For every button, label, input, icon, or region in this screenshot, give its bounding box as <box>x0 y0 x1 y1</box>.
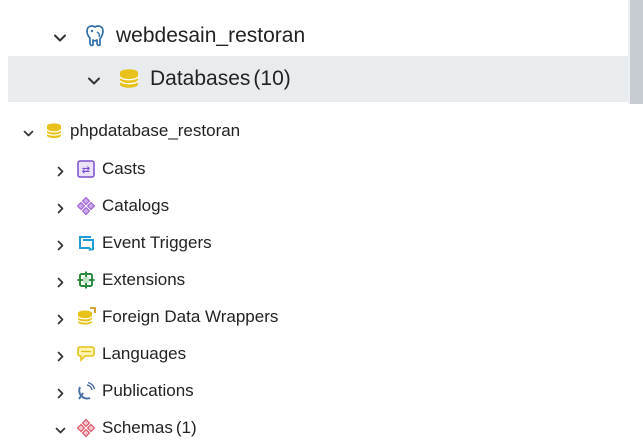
tree-node-databases[interactable]: Databases (10) <box>8 56 628 102</box>
tree-node-casts[interactable]: ⇄ Casts <box>54 154 145 184</box>
tree-item-label: Foreign Data Wrappers <box>102 307 279 326</box>
publications-icon <box>76 381 96 401</box>
chevron-down-icon[interactable] <box>86 71 102 87</box>
chevron-right-icon[interactable] <box>54 237 67 250</box>
tree-node-languages[interactable]: Languages <box>54 339 186 369</box>
tree-node-extensions[interactable]: Extensions <box>54 265 185 295</box>
tree-item-label: Casts <box>102 159 146 178</box>
database-icon <box>44 121 64 141</box>
postgres-elephant-icon <box>82 23 108 49</box>
tree-item-label: Catalogs <box>102 196 170 215</box>
tree-item-label: Extensions <box>102 270 186 289</box>
chevron-right-icon[interactable] <box>54 163 67 176</box>
databases-label: Databases <box>150 67 251 90</box>
chevron-down-icon[interactable] <box>54 422 67 435</box>
databases-count: (10) <box>253 67 291 90</box>
catalogs-icon <box>76 196 96 216</box>
object-explorer: webdesain_restoran Databases (10) phpdat… <box>0 0 643 448</box>
tree-item-label: Languages <box>102 344 187 363</box>
tree-node-foreign-data-wrappers[interactable]: Foreign Data Wrappers <box>54 302 278 332</box>
tree-item-label: Schemas <box>102 418 173 437</box>
tree-node-publications[interactable]: Publications <box>54 376 194 406</box>
tree-node-event-triggers[interactable]: Event Triggers <box>54 228 212 258</box>
foreign-data-wrappers-icon <box>76 307 96 327</box>
tree-item-label: Publications <box>102 381 194 400</box>
zoomed-tree-panel: webdesain_restoran Databases (10) <box>0 0 643 104</box>
tree-node-schemas[interactable]: Schemas (1) <box>54 413 197 443</box>
chevron-down-icon[interactable] <box>52 28 68 44</box>
languages-icon <box>76 344 96 364</box>
chevron-right-icon[interactable] <box>54 385 67 398</box>
chevron-right-icon[interactable] <box>54 311 67 324</box>
tree-node-database[interactable]: phpdatabase_restoran <box>22 116 240 146</box>
database-label: phpdatabase_restoran <box>70 121 241 140</box>
casts-icon: ⇄ <box>76 159 96 179</box>
chevron-right-icon[interactable] <box>54 200 67 213</box>
event-triggers-icon <box>76 233 96 253</box>
tree-node-server[interactable]: webdesain_restoran <box>52 14 628 58</box>
svg-text:⇄: ⇄ <box>82 165 90 176</box>
scrollbar-thumb[interactable] <box>630 0 643 104</box>
tree-node-catalogs[interactable]: Catalogs <box>54 191 169 221</box>
extensions-icon <box>76 270 96 290</box>
chevron-down-icon[interactable] <box>22 125 35 138</box>
schemas-count: (1) <box>175 418 197 437</box>
server-label: webdesain_restoran <box>116 24 306 47</box>
chevron-right-icon[interactable] <box>54 348 67 361</box>
chevron-right-icon[interactable] <box>54 274 67 287</box>
tree-item-label: Event Triggers <box>102 233 212 252</box>
schemas-icon <box>76 418 96 438</box>
databases-icon <box>116 66 142 92</box>
